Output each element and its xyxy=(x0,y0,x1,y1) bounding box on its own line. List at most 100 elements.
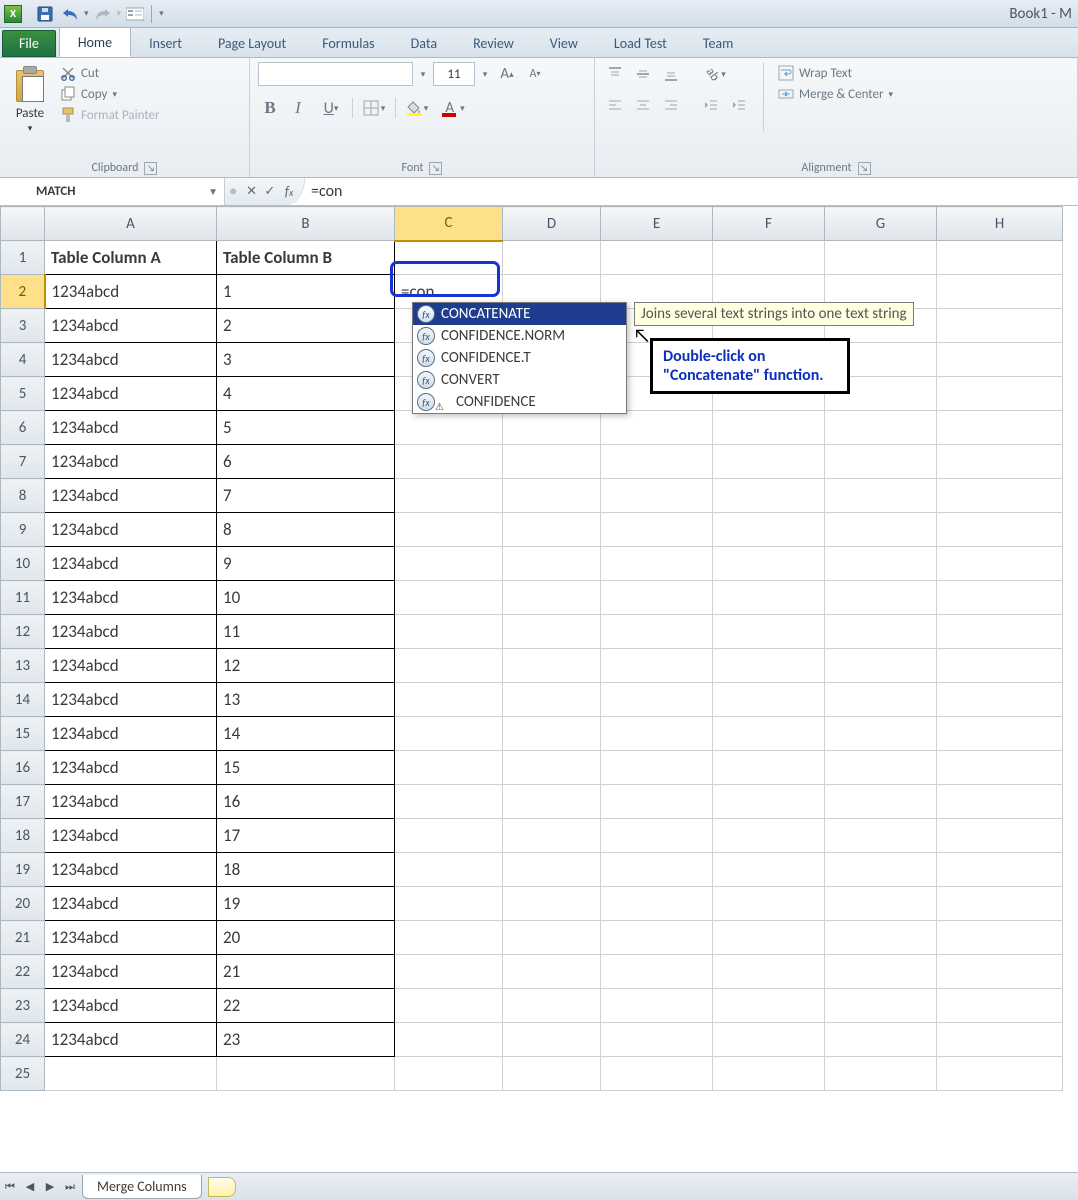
cell-E6[interactable] xyxy=(601,411,713,445)
cell-D14[interactable] xyxy=(503,683,601,717)
cell-B18[interactable]: 17 xyxy=(217,819,395,853)
cell-F25[interactable] xyxy=(713,1057,825,1091)
sheet-nav-next-icon[interactable]: ▶ xyxy=(40,1176,60,1198)
cell-G18[interactable] xyxy=(825,819,937,853)
tab-load-test[interactable]: Load Test xyxy=(596,29,685,57)
cell-D25[interactable] xyxy=(503,1057,601,1091)
cell-A5[interactable]: 1234abcd xyxy=(45,377,217,411)
cell-G20[interactable] xyxy=(825,887,937,921)
cell-F19[interactable] xyxy=(713,853,825,887)
row-header-20[interactable]: 20 xyxy=(1,887,45,921)
cell-G24[interactable] xyxy=(825,1023,937,1057)
autocomplete-item[interactable]: fxCONFIDENCE.NORM xyxy=(413,325,626,347)
shrink-font-icon[interactable]: A▾ xyxy=(523,62,547,86)
cancel-x-icon[interactable]: ✕ xyxy=(243,182,259,202)
cell-B7[interactable]: 6 xyxy=(217,445,395,479)
fill-color-button[interactable]: ▾ xyxy=(400,96,434,120)
form-icon[interactable] xyxy=(124,3,146,25)
col-header-C[interactable]: C xyxy=(395,207,503,241)
cell-F7[interactable] xyxy=(713,445,825,479)
wrap-text-button[interactable]: Wrap Text xyxy=(776,64,895,82)
cell-C9[interactable] xyxy=(395,513,503,547)
cell-A2[interactable]: 1234abcd xyxy=(45,275,217,309)
sheet-nav-prev-icon[interactable]: ◀ xyxy=(20,1176,40,1198)
cell-C8[interactable] xyxy=(395,479,503,513)
cell-D8[interactable] xyxy=(503,479,601,513)
cell-F16[interactable] xyxy=(713,751,825,785)
cell-C6[interactable] xyxy=(395,411,503,445)
cell-D15[interactable] xyxy=(503,717,601,751)
cell-H6[interactable] xyxy=(937,411,1063,445)
borders-button[interactable]: ▾ xyxy=(357,96,391,120)
cell-B24[interactable]: 23 xyxy=(217,1023,395,1057)
undo-dropdown-icon[interactable]: ▾ xyxy=(84,8,89,19)
cell-H14[interactable] xyxy=(937,683,1063,717)
cell-D17[interactable] xyxy=(503,785,601,819)
cell-A6[interactable]: 1234abcd xyxy=(45,411,217,445)
align-center-icon[interactable] xyxy=(631,93,655,117)
cell-B19[interactable]: 18 xyxy=(217,853,395,887)
increase-indent-icon[interactable] xyxy=(727,93,751,117)
cell-H25[interactable] xyxy=(937,1057,1063,1091)
cell-G23[interactable] xyxy=(825,989,937,1023)
cell-H10[interactable] xyxy=(937,547,1063,581)
cell-D10[interactable] xyxy=(503,547,601,581)
tab-review[interactable]: Review xyxy=(455,29,532,57)
cell-B14[interactable]: 13 xyxy=(217,683,395,717)
cell-D16[interactable] xyxy=(503,751,601,785)
autocomplete-item[interactable]: fx⚠CONFIDENCE xyxy=(413,391,626,413)
cell-B4[interactable]: 3 xyxy=(217,343,395,377)
cell-C25[interactable] xyxy=(395,1057,503,1091)
cell-B25[interactable] xyxy=(217,1057,395,1091)
cell-G1[interactable] xyxy=(825,241,937,275)
col-header-A[interactable]: A xyxy=(45,207,217,241)
cell-E24[interactable] xyxy=(601,1023,713,1057)
cell-D21[interactable] xyxy=(503,921,601,955)
cell-F24[interactable] xyxy=(713,1023,825,1057)
cell-A24[interactable]: 1234abcd xyxy=(45,1023,217,1057)
col-header-E[interactable]: E xyxy=(601,207,713,241)
alignment-launcher-icon[interactable]: ↘ xyxy=(858,162,871,175)
cell-H15[interactable] xyxy=(937,717,1063,751)
cell-B10[interactable]: 9 xyxy=(217,547,395,581)
row-header-16[interactable]: 16 xyxy=(1,751,45,785)
align-left-icon[interactable] xyxy=(603,93,627,117)
col-header-G[interactable]: G xyxy=(825,207,937,241)
cell-G12[interactable] xyxy=(825,615,937,649)
cell-F9[interactable] xyxy=(713,513,825,547)
row-header-2[interactable]: 2 xyxy=(1,275,45,309)
cell-G11[interactable] xyxy=(825,581,937,615)
cell-H5[interactable] xyxy=(937,377,1063,411)
cell-E8[interactable] xyxy=(601,479,713,513)
cell-C20[interactable] xyxy=(395,887,503,921)
row-header-21[interactable]: 21 xyxy=(1,921,45,955)
cell-B12[interactable]: 11 xyxy=(217,615,395,649)
paste-button[interactable]: Paste ▾ xyxy=(8,62,52,136)
row-header-23[interactable]: 23 xyxy=(1,989,45,1023)
redo-dropdown-icon[interactable]: ▾ xyxy=(117,8,122,19)
save-icon[interactable] xyxy=(34,3,56,25)
cell-H4[interactable] xyxy=(937,343,1063,377)
cell-A21[interactable]: 1234abcd xyxy=(45,921,217,955)
name-box[interactable]: MATCH ▼ xyxy=(0,178,225,205)
undo-icon[interactable] xyxy=(59,3,81,25)
cell-F14[interactable] xyxy=(713,683,825,717)
cancel-formula-icon[interactable]: ● xyxy=(225,182,241,202)
cell-C10[interactable] xyxy=(395,547,503,581)
cell-A9[interactable]: 1234abcd xyxy=(45,513,217,547)
col-header-H[interactable]: H xyxy=(937,207,1063,241)
cell-D6[interactable] xyxy=(503,411,601,445)
autocomplete-item[interactable]: fxCONCATENATE xyxy=(413,303,626,325)
font-color-button[interactable]: A▾ xyxy=(438,96,472,120)
formula-input[interactable]: =con xyxy=(305,178,1078,205)
select-all-corner[interactable] xyxy=(1,207,45,241)
cell-A11[interactable]: 1234abcd xyxy=(45,581,217,615)
cell-C1[interactable] xyxy=(395,241,503,275)
cell-G16[interactable] xyxy=(825,751,937,785)
align-top-icon[interactable] xyxy=(603,62,627,86)
cell-A3[interactable]: 1234abcd xyxy=(45,309,217,343)
underline-button[interactable]: U ▾ xyxy=(314,96,348,120)
cell-A4[interactable]: 1234abcd xyxy=(45,343,217,377)
cell-B21[interactable]: 20 xyxy=(217,921,395,955)
row-header-11[interactable]: 11 xyxy=(1,581,45,615)
